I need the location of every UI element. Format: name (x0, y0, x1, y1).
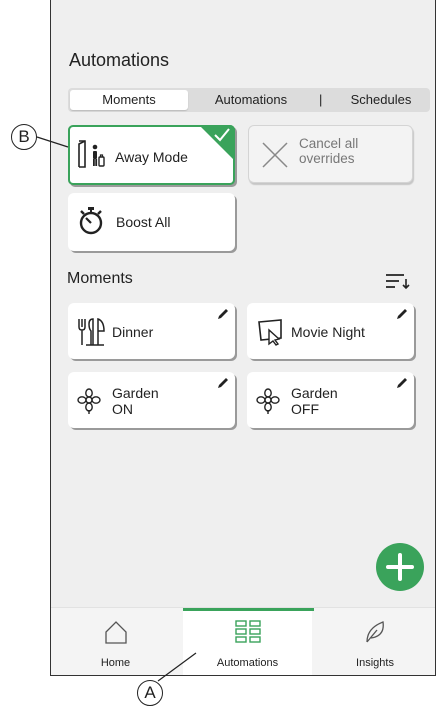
moment-card-movie-night[interactable]: Movie Night (247, 303, 414, 359)
tab-automations[interactable]: Automations (196, 90, 306, 110)
tv-icon (258, 319, 282, 346)
checkmark-icon (214, 128, 230, 142)
callout-b: B (11, 124, 37, 150)
moment-label: Garden ON (112, 385, 159, 417)
nav-label: Automations (216, 657, 279, 669)
pencil-icon[interactable] (395, 376, 409, 390)
boost-all-card[interactable]: Boost All (68, 193, 235, 251)
pencil-icon[interactable] (216, 376, 230, 390)
nav-home[interactable]: Home (51, 608, 180, 675)
sort-icon[interactable] (385, 272, 411, 290)
person-leaving-door-icon (78, 140, 105, 168)
tab-moments[interactable]: Moments (70, 90, 188, 110)
callout-a: A (137, 680, 163, 706)
close-x-icon (262, 142, 288, 168)
bottom-nav: Home Automations Insights (51, 607, 435, 675)
home-icon (104, 621, 127, 644)
nav-automations[interactable]: Automations (183, 608, 312, 675)
cancel-overrides-label: Cancel all overrides (299, 136, 359, 166)
leaf-icon (366, 621, 384, 643)
nav-insights[interactable]: Insights (313, 608, 435, 675)
add-button[interactable] (376, 543, 424, 591)
segmented-control: Moments Automations | Schedules (68, 88, 430, 112)
moment-card-garden-off[interactable]: Garden OFF (247, 372, 414, 428)
tab-divider: | (319, 92, 323, 107)
cancel-overrides-card[interactable]: Cancel all overrides (248, 125, 413, 183)
nav-active-indicator (183, 608, 314, 611)
moment-label: Garden OFF (291, 385, 338, 417)
moment-card-garden-on[interactable]: Garden ON (68, 372, 235, 428)
pencil-icon[interactable] (395, 307, 409, 321)
phone-screen: Automations Moments Automations | Schedu… (50, 0, 436, 676)
moment-card-dinner[interactable]: Dinner (68, 303, 235, 359)
moments-section-title: Moments (67, 270, 133, 287)
moment-label: Movie Night (291, 324, 365, 340)
nav-label: Insights (356, 657, 394, 669)
grid-icon (234, 620, 261, 643)
plus-icon (386, 553, 414, 581)
page-title: Automations (69, 50, 170, 70)
boost-all-label: Boost All (116, 214, 171, 230)
flower-icon (77, 388, 101, 414)
cutlery-icon (78, 317, 105, 346)
flower-icon (256, 388, 280, 414)
pencil-icon[interactable] (216, 307, 230, 321)
tab-schedules[interactable]: Schedules (336, 90, 426, 110)
moment-label: Dinner (112, 324, 154, 340)
away-mode-card[interactable]: Away Mode (68, 125, 235, 185)
away-mode-label: Away Mode (115, 149, 188, 165)
nav-label: Home (100, 657, 131, 669)
stopwatch-icon (79, 207, 103, 235)
